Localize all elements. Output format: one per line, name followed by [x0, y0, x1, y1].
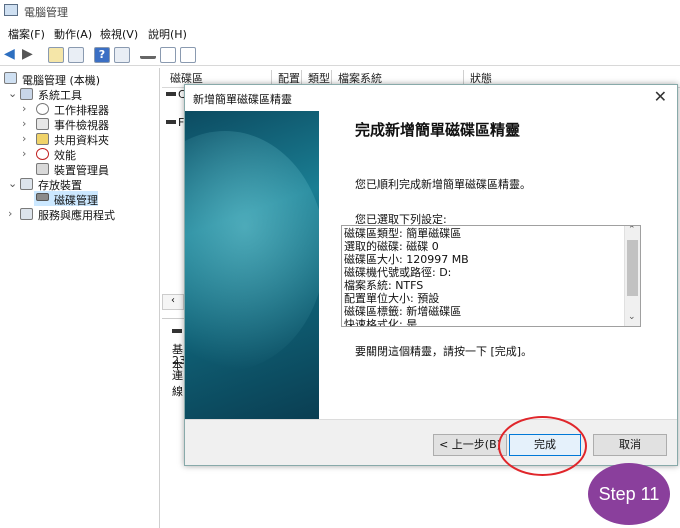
wizard-title: 新增簡單磁碟區精靈 — [193, 93, 292, 106]
chevron-right-icon[interactable]: › — [22, 147, 26, 160]
event-viewer-icon — [36, 118, 49, 130]
setting-item: 磁碟機代號或路徑: D: — [344, 266, 452, 279]
chevron-right-icon[interactable]: › — [22, 117, 26, 130]
chevron-right-icon[interactable]: › — [22, 102, 26, 115]
expand-system-tools-icon[interactable]: ⌄ — [8, 87, 17, 100]
menu-action[interactable]: 動作(A) — [54, 26, 92, 42]
window-icon[interactable] — [180, 47, 196, 63]
disk-icon — [172, 329, 182, 333]
wizard-intro: 您已順利完成新增簡單磁碟區精靈。 — [355, 178, 531, 191]
show-hide-tree-icon[interactable] — [68, 47, 84, 63]
menu-file[interactable]: 檔案(F) — [8, 26, 45, 42]
up-folder-icon[interactable] — [48, 47, 64, 63]
scroll-thumb[interactable] — [627, 240, 638, 296]
connect-icon[interactable] — [140, 47, 156, 59]
cancel-button[interactable]: 取消 — [593, 434, 667, 456]
device-manager-icon — [36, 163, 49, 175]
tree-performance[interactable]: 效能 — [54, 147, 76, 163]
computer-management-icon — [4, 4, 18, 16]
tree-shared-folders[interactable]: 共用資料夾 — [54, 132, 109, 148]
properties-icon[interactable] — [114, 47, 130, 63]
listbox-scrollbar[interactable]: ⌃ ⌄ — [624, 226, 640, 326]
disk-info-panel: 基本 23 連線 — [162, 318, 186, 528]
wizard-heading: 完成新增簡單磁碟區精靈 — [355, 121, 521, 139]
setting-item: 檔案系統: NTFS — [344, 279, 424, 292]
setting-item: 磁碟區標籤: 新增磁碟區 — [344, 305, 462, 318]
disk-status: 連線 — [172, 369, 183, 398]
navigation-tree: 電腦管理 (本機) ⌄ 系統工具 › 工作排程器 › 事件檢視器 › 共用資料夾… — [0, 68, 160, 528]
new-simple-volume-wizard: 新增簡單磁碟區精靈 ✕ 完成新增簡單磁碟區精靈 您已順利完成新增簡單磁碟區精靈。… — [184, 84, 678, 466]
scroll-left-button[interactable]: ‹ — [162, 294, 184, 310]
scroll-up-icon[interactable]: ⌃ — [628, 226, 636, 235]
storage-icon — [20, 178, 33, 190]
computer-icon — [4, 72, 17, 84]
setting-item: 磁碟區類型: 簡單磁碟區 — [344, 227, 462, 240]
toolbar: ◀ ▶ ? — [0, 44, 680, 66]
setting-item: 快速格式化: 是 — [344, 318, 418, 327]
tree-root[interactable]: 電腦管理 (本機) — [22, 72, 100, 88]
main-title-bar: 電腦管理 — [0, 0, 680, 22]
volume-icon — [166, 92, 176, 96]
chevron-right-icon[interactable]: › — [8, 207, 12, 220]
setting-item: 配置單位大小: 預設 — [344, 292, 440, 305]
shared-folder-icon — [36, 133, 49, 145]
setting-item: 選取的磁碟: 磁碟 0 — [344, 240, 439, 253]
scroll-down-icon[interactable]: ⌄ — [628, 312, 636, 322]
volume-icon — [166, 120, 176, 124]
app-title: 電腦管理 — [24, 6, 68, 19]
tree-event-viewer[interactable]: 事件檢視器 — [54, 117, 109, 133]
tree-services-apps[interactable]: 服務與應用程式 — [38, 207, 115, 223]
performance-icon — [36, 148, 49, 160]
disk-icon — [36, 193, 49, 201]
tree-disk-management[interactable]: 磁碟管理 — [54, 192, 98, 208]
forward-arrow-icon[interactable]: ▶ — [22, 46, 33, 62]
expand-storage-icon[interactable]: ⌄ — [8, 177, 17, 190]
settings-listbox[interactable]: 磁碟區類型: 簡單磁碟區 選取的磁碟: 磁碟 0 磁碟區大小: 120997 M… — [341, 225, 641, 327]
menu-view[interactable]: 檢視(V) — [100, 26, 138, 42]
tree-task-scheduler[interactable]: 工作排程器 — [54, 102, 109, 118]
checklist-icon[interactable] — [160, 47, 176, 63]
chevron-right-icon[interactable]: › — [22, 132, 26, 145]
services-icon — [20, 208, 33, 220]
clock-icon — [36, 103, 49, 115]
tree-system-tools[interactable]: 系統工具 — [38, 87, 82, 103]
menu-help[interactable]: 說明(H) — [148, 26, 187, 42]
wizard-banner — [185, 111, 319, 419]
back-button[interactable]: < 上一步(B) — [433, 434, 507, 456]
menu-bar: 檔案(F) 動作(A) 檢視(V) 說明(H) — [0, 24, 680, 42]
close-instruction: 要關閉這個精靈，請按一下 [完成]。 — [355, 345, 533, 358]
tools-icon — [20, 88, 33, 100]
back-arrow-icon[interactable]: ◀ — [4, 46, 15, 62]
tree-device-manager[interactable]: 裝置管理員 — [54, 162, 109, 178]
help-icon[interactable]: ? — [94, 47, 110, 63]
finish-highlight-circle — [498, 416, 587, 476]
close-icon[interactable]: ✕ — [654, 87, 667, 106]
step-badge: Step 11 — [588, 463, 670, 525]
setting-item: 磁碟區大小: 120997 MB — [344, 253, 469, 266]
wizard-button-bar: < 上一步(B) 完成 取消 — [185, 419, 677, 465]
